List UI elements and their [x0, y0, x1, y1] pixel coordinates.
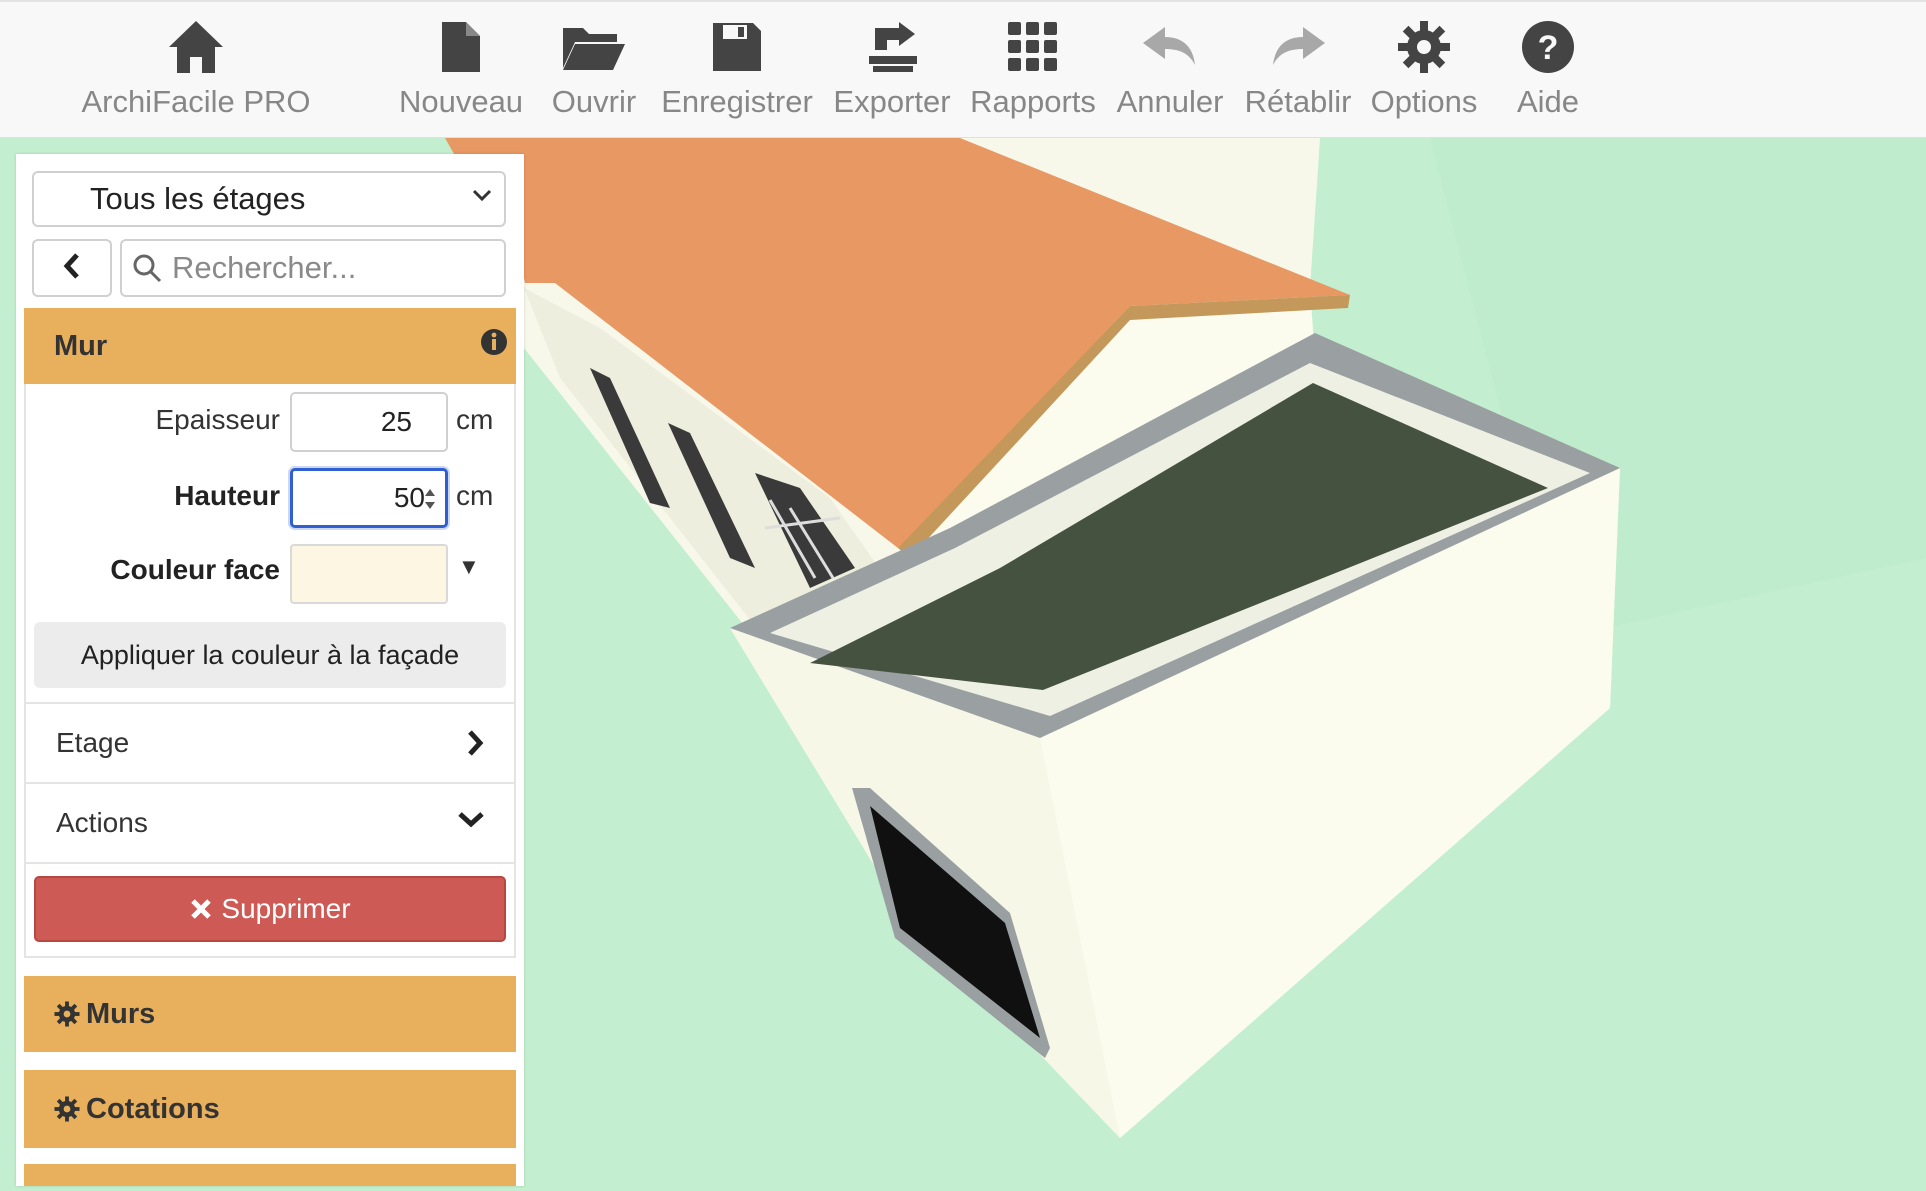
- info-icon[interactable]: [480, 328, 508, 361]
- help-label: Aide: [1516, 84, 1580, 119]
- new-label: Nouveau: [398, 84, 524, 119]
- epaisseur-label: Epaisseur: [155, 404, 280, 435]
- save-icon: [711, 16, 763, 78]
- open-label: Ouvrir: [551, 84, 637, 119]
- search-input[interactable]: [170, 249, 494, 287]
- hauteur-label: Hauteur: [174, 480, 280, 511]
- chevron-right-icon: [466, 730, 484, 761]
- section-cotations-title: Cotations: [86, 1092, 220, 1125]
- search-icon: [132, 253, 162, 283]
- gear-icon: [1397, 16, 1451, 78]
- etage-label: Etage: [56, 727, 130, 758]
- apply-color-facade-button[interactable]: Appliquer la couleur à la façade: [34, 622, 506, 688]
- hauteur-value: 50: [393, 482, 425, 513]
- help-icon: ?: [1521, 16, 1575, 78]
- properties-panel: Tous les étages Mur Epaisseur 25 cm Haut…: [16, 154, 524, 1186]
- options-label: Options: [1370, 84, 1478, 119]
- section-murs-title: Murs: [86, 997, 156, 1030]
- couleur-face-swatch[interactable]: [290, 544, 448, 604]
- reports-button[interactable]: Rapports: [964, 2, 1102, 140]
- epaisseur-input[interactable]: 25: [290, 392, 448, 452]
- section-murs-header[interactable]: Murs: [24, 976, 516, 1052]
- top-toolbar: ArchiFacile PRO Nouveau Ouvrir Enregistr…: [0, 0, 1926, 138]
- section-next-header[interactable]: [24, 1164, 516, 1186]
- file-icon: [440, 16, 482, 78]
- open-button[interactable]: Ouvrir: [540, 2, 648, 140]
- redo-label: Rétablir: [1244, 84, 1352, 119]
- save-button[interactable]: Enregistrer: [658, 2, 816, 140]
- gear-icon: [54, 1096, 80, 1122]
- close-icon: [189, 897, 213, 921]
- actions-label: Actions: [56, 807, 148, 838]
- undo-icon: [1143, 16, 1197, 78]
- hauteur-unit: cm: [456, 480, 494, 511]
- app-home-button[interactable]: ArchiFacile PRO: [78, 2, 314, 140]
- reports-label: Rapports: [970, 84, 1096, 119]
- search-box: [120, 239, 506, 297]
- accordion-actions[interactable]: Actions: [24, 782, 516, 864]
- couleur-face-label: Couleur face: [110, 554, 280, 585]
- back-button[interactable]: [32, 239, 112, 297]
- chevron-down-icon: [458, 810, 484, 833]
- folder-open-icon: [561, 16, 627, 78]
- new-button[interactable]: Nouveau: [396, 2, 526, 140]
- section-cotations-header[interactable]: Cotations: [24, 1070, 516, 1148]
- stepper-arrows-icon[interactable]: [423, 485, 437, 513]
- chevron-left-icon: [63, 252, 81, 284]
- undo-label: Annuler: [1116, 84, 1224, 119]
- section-mur-title: Mur: [54, 329, 108, 362]
- app-title: ArchiFacile PRO: [81, 84, 311, 119]
- accordion-etage[interactable]: Etage: [24, 702, 516, 784]
- redo-icon: [1271, 16, 1325, 78]
- epaisseur-unit: cm: [456, 404, 494, 435]
- hauteur-input[interactable]: 50: [290, 468, 448, 528]
- undo-button[interactable]: Annuler: [1112, 2, 1228, 140]
- couleur-dropdown-icon[interactable]: ▼: [458, 554, 480, 580]
- delete-label: Supprimer: [221, 893, 351, 924]
- floor-select-value: Tous les étages: [90, 181, 306, 216]
- section-mur-header[interactable]: Mur: [24, 308, 516, 384]
- export-button[interactable]: Exporter: [828, 2, 956, 140]
- options-button[interactable]: Options: [1366, 2, 1482, 140]
- floor-select[interactable]: Tous les étages: [32, 171, 506, 227]
- gear-icon: [54, 1001, 80, 1027]
- help-button[interactable]: ? Aide: [1504, 2, 1592, 140]
- export-label: Exporter: [833, 84, 951, 119]
- redo-button[interactable]: Rétablir: [1236, 2, 1360, 140]
- epaisseur-value: 25: [380, 406, 412, 437]
- svg-text:?: ?: [1538, 29, 1559, 67]
- section-mur-body: Epaisseur 25 cm Hauteur 50 cm Couleur fa…: [24, 384, 516, 958]
- save-label: Enregistrer: [661, 84, 813, 119]
- chevron-down-icon: [472, 189, 492, 208]
- export-icon: [865, 16, 919, 78]
- delete-button[interactable]: Supprimer: [34, 876, 506, 942]
- grid-icon: [1008, 16, 1058, 78]
- home-icon: [167, 16, 225, 78]
